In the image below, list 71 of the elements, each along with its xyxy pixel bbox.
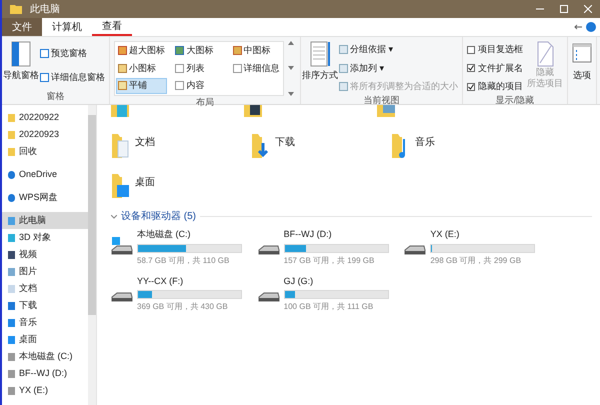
chevron-icon[interactable] xyxy=(111,214,117,218)
sidebar-item[interactable]: 文档 xyxy=(2,280,88,297)
folder-name[interactable]: 下载 xyxy=(275,135,295,150)
scroll-up-icon[interactable] xyxy=(288,41,294,45)
pane-button[interactable]: 预览窗格 xyxy=(40,47,105,60)
layout-option[interactable]: 平铺 xyxy=(116,78,168,94)
sidebar-item[interactable]: WPS网盘 xyxy=(2,189,88,206)
sidebar-item[interactable]: 3D 对象 xyxy=(2,229,88,246)
sidebar-item[interactable]: 音乐 xyxy=(2,314,88,331)
drive-name[interactable]: GJ (G:) xyxy=(284,274,389,288)
pane-icon xyxy=(40,49,49,58)
sidebar-item[interactable]: BF--WJ (D:) xyxy=(2,365,88,382)
sidebar-item[interactable]: 视频 xyxy=(2,246,88,263)
pane-icon xyxy=(11,41,31,67)
page-icon xyxy=(535,41,555,67)
group-label: 窗格 xyxy=(46,90,64,102)
group-label: 当前视图 xyxy=(364,94,400,106)
drive-space: 369 GB 可用，共 430 GB xyxy=(137,301,229,313)
drive-space: 58.7 GB 可用，共 110 GB xyxy=(137,254,230,266)
checkbox-label: 文件扩展名 xyxy=(478,62,523,74)
layout-option[interactable]: 列表 xyxy=(173,60,225,76)
drive-name[interactable]: YY--CX (F:) xyxy=(137,274,242,288)
checkbox[interactable] xyxy=(467,82,475,91)
sidebar-item[interactable]: OneDrive xyxy=(2,166,88,183)
folder-name[interactable]: 文档 xyxy=(135,135,155,150)
drive-space: 298 GB 可用，共 299 GB xyxy=(430,254,522,266)
options-button[interactable]: 选项 xyxy=(572,41,592,104)
sidebar-item[interactable]: 下载 xyxy=(2,297,88,314)
layout-option[interactable]: 详细信息 xyxy=(230,60,282,76)
sidebar-item[interactable]: 回收 xyxy=(2,143,88,160)
checkbox[interactable] xyxy=(467,64,475,72)
window-title: 此电脑 xyxy=(30,2,60,16)
drive-name[interactable]: 本地磁盘 (C:) xyxy=(137,228,242,242)
drive-space: 100 GB 可用，共 111 GB xyxy=(284,301,374,313)
sidebar-item[interactable]: YX (E:) xyxy=(2,382,88,399)
group-label: 布局 xyxy=(196,96,214,108)
navigation-pane-button[interactable]: 导航窗格 xyxy=(6,41,36,90)
scroll-down-icon[interactable] xyxy=(288,66,294,70)
sort-icon xyxy=(310,41,330,67)
expand-icon[interactable] xyxy=(288,92,294,96)
layout-option[interactable]: 大图标 xyxy=(173,43,225,58)
checkbox-label: 项目复选框 xyxy=(478,43,523,56)
maximize-icon[interactable] xyxy=(560,5,568,13)
drive-space: 157 GB 可用，共 199 GB xyxy=(284,254,376,266)
file-menu-button[interactable]: 文件 xyxy=(2,18,42,36)
arrow-icon[interactable] xyxy=(574,24,582,30)
view-option[interactable]: 分组依据 ▾ xyxy=(339,43,458,56)
drive-name[interactable]: YX (E:) xyxy=(430,228,536,242)
folder-name[interactable]: 桌面 xyxy=(135,175,155,190)
folder-name[interactable]: 音乐 xyxy=(415,135,435,150)
sidebar-item[interactable]: 20220922 xyxy=(2,109,88,126)
sidebar-item[interactable]: 本地磁盘 (C:) xyxy=(2,348,88,365)
checkbox-label: 隐藏的项目 xyxy=(478,80,523,93)
layout-option[interactable]: 小图标 xyxy=(116,60,168,76)
view-option[interactable]: 添加列 ▾ xyxy=(339,62,458,75)
sidebar-item[interactable]: 20220923 xyxy=(2,126,88,143)
layout-option[interactable]: 内容 xyxy=(173,78,225,94)
close-icon[interactable] xyxy=(584,5,592,13)
layout-option[interactable]: 中图标 xyxy=(230,43,282,58)
drive-name[interactable]: BF--WJ (D:) xyxy=(284,228,389,242)
layout-option[interactable]: 超大图标 xyxy=(116,43,168,58)
pane-icon xyxy=(40,72,49,82)
scrollbar[interactable] xyxy=(88,105,96,405)
sidebar-item[interactable]: 桌面 xyxy=(2,331,88,348)
group-label: 显示/隐藏 xyxy=(496,94,534,106)
sidebar-item[interactable]: 图片 xyxy=(2,263,88,280)
section-header[interactable]: 设备和驱动器 (5) xyxy=(121,209,196,224)
ribbon-tab[interactable]: 查看 xyxy=(92,18,132,36)
sidebar-item[interactable]: 此电脑 xyxy=(2,212,88,229)
checkbox[interactable] xyxy=(467,46,475,54)
pane-button[interactable]: 详细信息窗格 xyxy=(40,70,105,84)
